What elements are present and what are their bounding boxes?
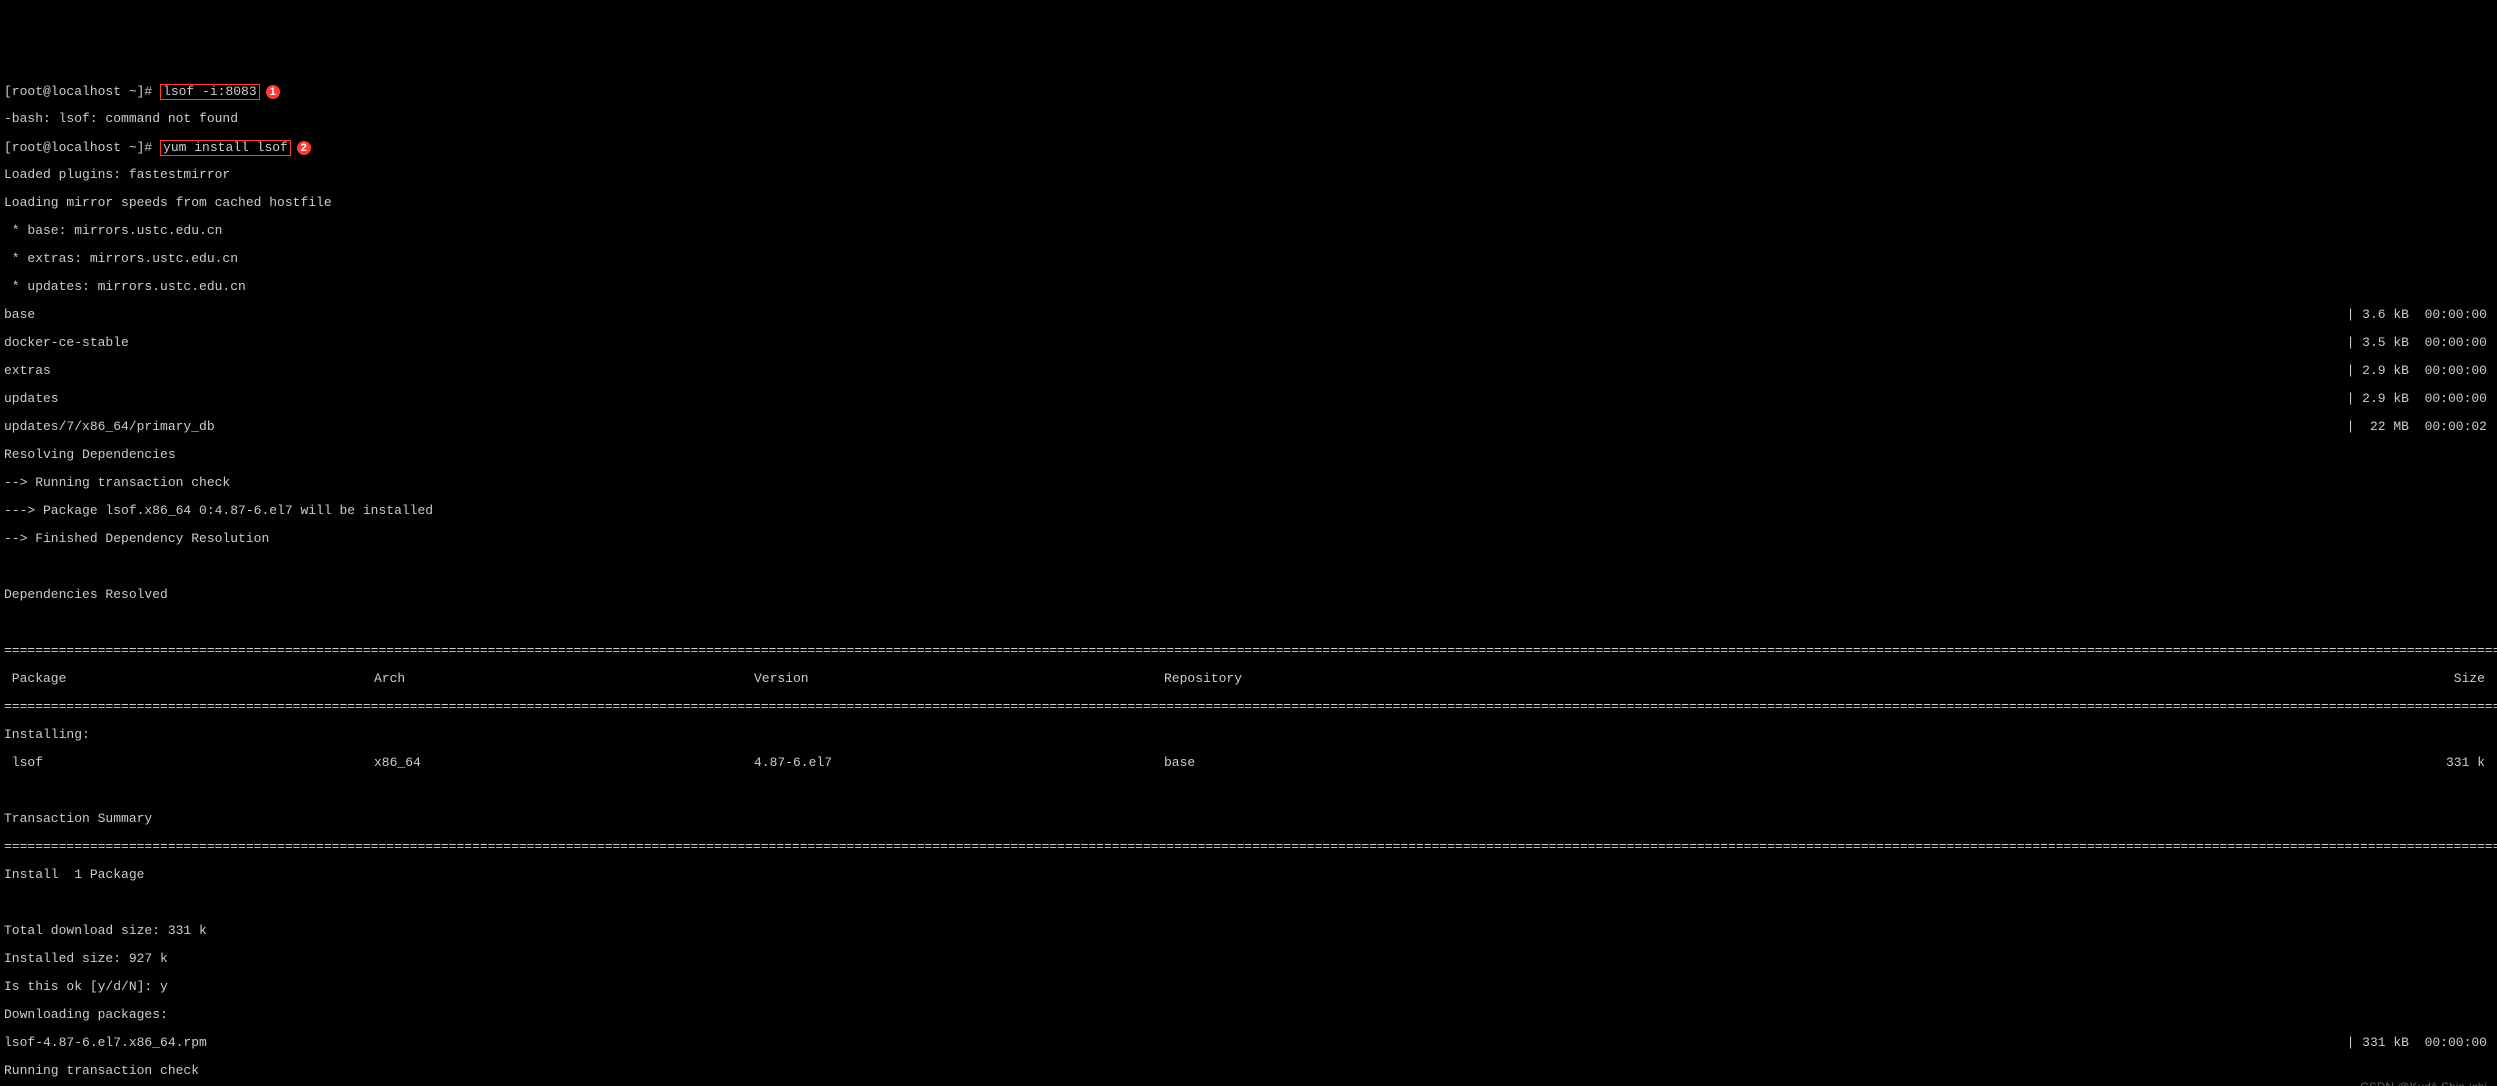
repo-size: | 2.9 kB 00:00:00 [2347, 392, 2493, 406]
repo-name: updates/7/x86_64/primary_db [4, 420, 215, 434]
repo-line: docker-ce-stable | 3.5 kB 00:00:00 [0, 336, 2497, 350]
repo-line: extras | 2.9 kB 00:00:00 [0, 364, 2497, 378]
repo-name: docker-ce-stable [4, 336, 129, 350]
download-name: lsof-4.87-6.el7.x86_64.rpm [4, 1036, 207, 1050]
confirm-prompt: Is this ok [y/d/N]: y [0, 980, 2497, 994]
installed-size: Installed size: 927 k [0, 952, 2497, 966]
blank-line [0, 560, 2497, 574]
col-repository: Repository [1164, 672, 1534, 686]
prompt-line-2: [root@localhost ~]# yum install lsof 2 [0, 140, 2497, 154]
watermark: CSDN @Kudō Shin-ichi [2360, 1080, 2487, 1086]
col-size: Size [1534, 672, 2493, 686]
output-line: -bash: lsof: command not found [0, 112, 2497, 126]
output-line: Resolving Dependencies [0, 448, 2497, 462]
prompt: [root@localhost ~]# [4, 84, 160, 99]
col-arch: Arch [374, 672, 754, 686]
highlighted-command-1: lsof -i:8083 [160, 84, 260, 100]
separator-line: ========================================… [0, 644, 2497, 658]
output-line: ---> Package lsof.x86_64 0:4.87-6.el7 wi… [0, 504, 2497, 518]
prompt-line-1: [root@localhost ~]# lsof -i:8083 1 [0, 84, 2497, 98]
table-header: Package Arch Version Repository Size [0, 672, 2497, 686]
table-row: lsof x86_64 4.87-6.el7 base 331 k [0, 756, 2497, 770]
col-version: Version [754, 672, 1164, 686]
callout-1: 1 [266, 85, 280, 99]
repo-line: updates | 2.9 kB 00:00:00 [0, 392, 2497, 406]
summary-install: Install 1 Package [0, 868, 2497, 882]
output-line: Loading mirror speeds from cached hostfi… [0, 196, 2497, 210]
blank-line [0, 616, 2497, 630]
output-line: --> Finished Dependency Resolution [0, 532, 2497, 546]
highlighted-command-2: yum install lsof [160, 140, 291, 156]
output-line: Dependencies Resolved [0, 588, 2497, 602]
output-line: * updates: mirrors.ustc.edu.cn [0, 280, 2497, 294]
repo-size: | 2.9 kB 00:00:00 [2347, 364, 2493, 378]
cell-package: lsof [4, 756, 374, 770]
separator-line: ========================================… [0, 700, 2497, 714]
col-package: Package [4, 672, 374, 686]
repo-line: base | 3.6 kB 00:00:00 [0, 308, 2497, 322]
callout-2: 2 [297, 141, 311, 155]
separator-line: ========================================… [0, 840, 2497, 854]
total-download-size: Total download size: 331 k [0, 924, 2497, 938]
repo-size: | 3.5 kB 00:00:00 [2347, 336, 2493, 350]
cell-arch: x86_64 [374, 756, 754, 770]
output-line: Loaded plugins: fastestmirror [0, 168, 2497, 182]
download-line: lsof-4.87-6.el7.x86_64.rpm | 331 kB 00:00… [0, 1036, 2497, 1050]
repo-size: | 22 MB 00:00:02 [2347, 420, 2493, 434]
output-line: * base: mirrors.ustc.edu.cn [0, 224, 2497, 238]
repo-name: extras [4, 364, 51, 378]
cell-version: 4.87-6.el7 [754, 756, 1164, 770]
prompt: [root@localhost ~]# [4, 140, 160, 155]
cell-repository: base [1164, 756, 1534, 770]
downloading-label: Downloading packages: [0, 1008, 2497, 1022]
download-size: | 331 kB 00:00:00 [2347, 1036, 2493, 1050]
output-line: --> Running transaction check [0, 476, 2497, 490]
installing-label: Installing: [0, 728, 2497, 742]
repo-name: updates [4, 392, 59, 406]
blank-line [0, 896, 2497, 910]
terminal-screen[interactable]: { "prompts": { "root": "[root@localhost … [0, 28, 2497, 1086]
repo-size: | 3.6 kB 00:00:00 [2347, 308, 2493, 322]
cell-size: 331 k [1534, 756, 2493, 770]
summary-title: Transaction Summary [0, 812, 2497, 826]
output-line: * extras: mirrors.ustc.edu.cn [0, 252, 2497, 266]
repo-name: base [4, 308, 35, 322]
repo-line: updates/7/x86_64/primary_db | 22 MB 00:00… [0, 420, 2497, 434]
blank-line [0, 784, 2497, 798]
output-line: Running transaction check [0, 1064, 2497, 1078]
